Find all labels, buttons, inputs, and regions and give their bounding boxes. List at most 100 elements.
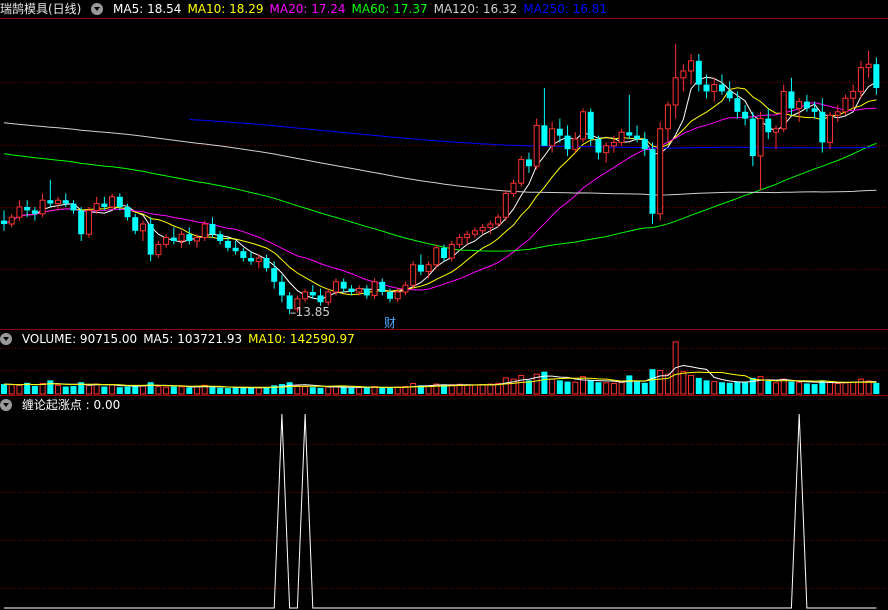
ma-line-60 <box>3 142 877 252</box>
candle-body <box>788 91 795 109</box>
volume-bar <box>726 382 733 394</box>
candle-body <box>865 63 872 69</box>
collapse-arrow-icon[interactable] <box>0 333 12 345</box>
indicator-label: 缠论起涨点 : 0.00 <box>21 398 121 412</box>
candle-body <box>479 226 486 232</box>
candle-body <box>302 291 309 300</box>
candle-body <box>672 77 679 106</box>
volume-bar <box>356 387 363 395</box>
volume-bar <box>734 381 741 394</box>
volume-panel-header: VOLUME: 90715.00 MA5: 103721.93 MA10: 1425… <box>0 330 367 348</box>
ma-line-250 <box>189 119 877 149</box>
volume-bar <box>711 381 718 395</box>
volume-bar <box>255 387 262 395</box>
collapse-arrow-icon[interactable] <box>91 3 104 15</box>
volume-bar <box>178 386 185 395</box>
candle-body <box>641 139 648 150</box>
volume-bar <box>240 387 247 394</box>
candle-body <box>649 149 656 214</box>
candle-body <box>24 207 31 211</box>
candle-body <box>448 243 455 259</box>
volume-bar <box>116 387 123 394</box>
candle-body <box>603 145 610 154</box>
candle-body <box>271 268 278 282</box>
candle-body <box>541 125 548 146</box>
volume-bar <box>55 384 62 395</box>
volume-bar <box>834 382 841 395</box>
volume-bar <box>62 386 69 394</box>
volume-bar <box>742 382 749 394</box>
volume-bar <box>286 382 293 394</box>
volume-bar <box>541 371 548 394</box>
candle-body <box>618 131 625 143</box>
volume-bar <box>394 386 401 395</box>
collapse-arrow-icon[interactable] <box>0 399 12 411</box>
volume-bar <box>93 383 100 395</box>
volume-bar <box>857 378 864 395</box>
candle-body <box>533 124 540 167</box>
volume-bar <box>827 381 834 395</box>
volume-bar <box>842 382 849 395</box>
volume-bar <box>680 371 687 395</box>
volume-bar <box>634 381 641 394</box>
volume-bar <box>788 381 795 394</box>
candle-body <box>348 288 355 292</box>
candle-body <box>610 141 617 147</box>
volume-indicator-list: VOLUME: 90715.00 MA5: 103721.93 MA10: 1425… <box>22 332 361 346</box>
volume-bar <box>16 384 23 395</box>
ma-line-20 <box>3 102 877 291</box>
volume-bar <box>595 382 602 394</box>
price-indicator-list: MA5: 18.54 MA10: 18.29 MA20: 17.24 MA60: 17… <box>113 2 613 16</box>
stock-chart-window: 13.85 财 瑞鹄模具(日线) MA5: 18.54 MA10: 18.29 MA2… <box>0 0 888 610</box>
volume-bar <box>47 380 54 394</box>
candle-body <box>201 223 208 239</box>
volume-bar <box>147 382 154 394</box>
candle-body <box>634 135 641 139</box>
candle-body <box>757 118 764 157</box>
volume-bar <box>139 385 146 395</box>
candle-body <box>803 101 810 109</box>
volume-bar <box>572 381 579 395</box>
candle-body <box>487 223 494 228</box>
volume-bar <box>124 386 131 394</box>
candle-body <box>155 243 162 256</box>
low-price-label: 13.85 <box>296 305 330 319</box>
candle-body <box>178 233 185 242</box>
candle-body <box>85 209 92 235</box>
candle-body <box>688 60 695 72</box>
candle-body <box>286 295 293 309</box>
volume-bar <box>549 378 556 395</box>
ma-line-120 <box>3 122 877 196</box>
volume-bar <box>263 387 270 394</box>
volume-bar <box>70 385 77 394</box>
indicator-label: MA5: 103721.93 <box>143 332 243 346</box>
candle-body <box>194 237 200 242</box>
candle-body <box>417 264 424 272</box>
chart-canvas[interactable]: 13.85 财 <box>0 0 888 610</box>
candle-body <box>55 199 62 205</box>
candle-body <box>163 237 170 245</box>
candle-body <box>78 210 85 235</box>
volume-bar <box>163 386 170 395</box>
candle-body <box>587 111 594 139</box>
candle-body <box>124 207 131 218</box>
volume-bar <box>155 386 162 395</box>
candle-body <box>765 118 772 133</box>
indicator-label: MA60: 17.37 <box>351 2 428 16</box>
volume-bar <box>309 387 316 394</box>
candle-body <box>464 233 471 239</box>
indicator-label: MA10: 18.29 <box>187 2 264 16</box>
candle-body <box>811 108 818 112</box>
volume-bar <box>618 381 625 395</box>
candle-body <box>263 258 270 269</box>
candle-body <box>255 257 262 262</box>
candle-body <box>695 60 702 85</box>
volume-bar <box>248 387 255 394</box>
candle-body <box>595 139 602 153</box>
volume-bar <box>85 384 92 395</box>
candle-body <box>132 217 139 231</box>
stock-title: 瑞鹄模具(日线) <box>0 2 82 16</box>
indicator-label: MA5: 18.54 <box>113 2 182 16</box>
candle-body <box>657 128 664 215</box>
volume-bar <box>317 387 324 394</box>
